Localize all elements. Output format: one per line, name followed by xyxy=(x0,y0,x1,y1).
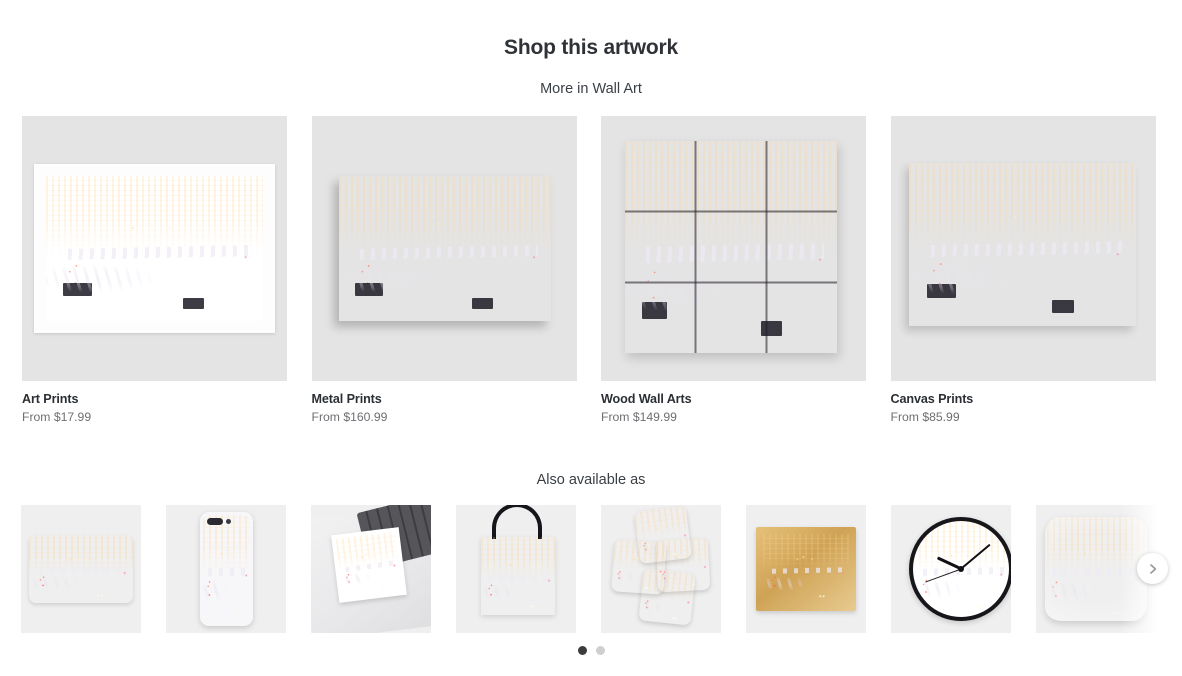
artwork-vehicle xyxy=(926,283,957,299)
phone-camera-icon xyxy=(207,518,223,525)
wall-clock-face xyxy=(909,517,1011,621)
wood-wall-art-panel xyxy=(625,141,837,353)
tote-bag-body xyxy=(481,537,555,615)
page-title: Shop this artwork xyxy=(504,36,678,59)
product-card-metal-prints[interactable] xyxy=(311,116,577,381)
art-print-mat xyxy=(46,176,263,321)
product-price: From $149.99 xyxy=(601,410,677,424)
shop-this-artwork-page: Shop this artwork More in Wall Art Art P… xyxy=(0,0,1182,676)
carousel-dot-1[interactable] xyxy=(577,646,587,655)
artwork-lights xyxy=(335,531,403,599)
artwork-lights xyxy=(625,141,837,353)
product-name: Wood Wall Arts xyxy=(601,392,692,406)
carousel-dot-2[interactable] xyxy=(595,646,605,655)
artwork-shibuya-crossing xyxy=(335,531,403,599)
carousel-item-iphone-case[interactable] xyxy=(166,505,286,633)
artwork-shibuya-crossing xyxy=(203,515,250,623)
phone-flash-icon xyxy=(226,519,231,524)
carousel-item-wall-clock[interactable] xyxy=(891,505,1011,633)
tote-strap xyxy=(492,505,542,539)
artwork-vehicle xyxy=(182,297,205,310)
phone-case-shell xyxy=(200,512,253,626)
coaster xyxy=(638,568,696,626)
section-subtitle: More in Wall Art xyxy=(540,81,642,97)
artwork-vehicle xyxy=(1051,299,1075,313)
artwork-shibuya-crossing xyxy=(46,176,263,321)
artwork-lights xyxy=(481,537,555,615)
product-price: From $85.99 xyxy=(890,410,960,424)
product-meta-wood-wall-arts[interactable]: Wood Wall Arts From $149.99 xyxy=(601,391,866,425)
artwork-shibuya-crossing xyxy=(29,535,133,603)
artwork-shibuya-crossing xyxy=(908,163,1136,326)
artwork-lights xyxy=(46,176,263,321)
artwork-crosswalk xyxy=(345,560,396,573)
artwork-lights xyxy=(638,568,696,626)
carousel-item-bath-mat[interactable] xyxy=(21,505,141,633)
artwork-shibuya-crossing xyxy=(338,176,551,321)
product-card-grid xyxy=(22,116,1156,381)
product-price: From $160.99 xyxy=(311,410,388,424)
chevron-right-icon xyxy=(1149,563,1156,574)
artwork-lights xyxy=(763,534,849,604)
product-name: Art Prints xyxy=(22,392,79,406)
sticker-mockup xyxy=(331,527,407,603)
artwork-lights xyxy=(203,515,250,623)
carousel-item-tote-bag[interactable] xyxy=(456,505,576,633)
artwork-lights xyxy=(29,535,133,603)
artwork-crosswalk xyxy=(931,240,1122,258)
product-card-wood-wall-arts[interactable] xyxy=(601,116,866,381)
artwork-crosswalk xyxy=(359,245,538,260)
artwork-crosswalk xyxy=(39,567,127,575)
product-name: Canvas Prints xyxy=(890,392,974,406)
artwork-vehicle xyxy=(760,321,782,337)
carousel-pagination xyxy=(0,646,1182,655)
artwork-vehicle xyxy=(355,283,383,297)
also-available-as-label: Also available as xyxy=(536,472,646,488)
metal-print-panel xyxy=(338,176,551,321)
artwork-vehicle xyxy=(472,297,494,310)
artwork-shibuya-crossing xyxy=(1045,517,1147,621)
throw-pillow-body xyxy=(1045,517,1147,621)
artwork-crosswalk xyxy=(1052,566,1145,578)
serving-tray-frame xyxy=(756,527,856,611)
product-meta-metal-prints[interactable]: Metal Prints From $160.99 xyxy=(312,391,577,425)
art-print-frame xyxy=(34,164,275,333)
carousel-next-button[interactable] xyxy=(1137,553,1168,584)
artwork-shibuya-crossing xyxy=(625,141,837,353)
artwork-crosswalk xyxy=(67,245,250,260)
artwork-lights xyxy=(908,163,1136,326)
artwork-crosswalk xyxy=(646,243,825,263)
artwork-shibuya-crossing xyxy=(481,537,555,615)
artwork-shibuya-crossing xyxy=(763,534,849,604)
artwork-crosswalk xyxy=(207,567,248,577)
product-price: From $17.99 xyxy=(22,410,92,424)
product-meta-art-prints[interactable]: Art Prints From $17.99 xyxy=(22,391,287,425)
artwork-crosswalk xyxy=(488,574,551,582)
carousel-item-sticker[interactable] xyxy=(311,505,431,633)
artwork-lights xyxy=(1045,517,1147,621)
product-card-canvas-prints[interactable] xyxy=(890,116,1156,381)
product-meta-canvas-prints[interactable]: Canvas Prints From $85.99 xyxy=(891,391,1156,425)
product-name: Metal Prints xyxy=(311,392,382,406)
also-available-carousel xyxy=(0,505,1182,633)
product-card-art-prints[interactable] xyxy=(22,116,287,381)
canvas-print-panel xyxy=(908,163,1136,326)
artwork-vehicle xyxy=(63,283,92,297)
artwork-shibuya-crossing xyxy=(638,568,696,626)
clock-pivot xyxy=(958,566,964,572)
carousel-item-coasters[interactable] xyxy=(601,505,721,633)
artwork-vehicle xyxy=(641,302,668,320)
artwork-crosswalk xyxy=(771,567,844,575)
carousel-item-serving-tray[interactable] xyxy=(746,505,866,633)
artwork-lights xyxy=(338,176,551,321)
